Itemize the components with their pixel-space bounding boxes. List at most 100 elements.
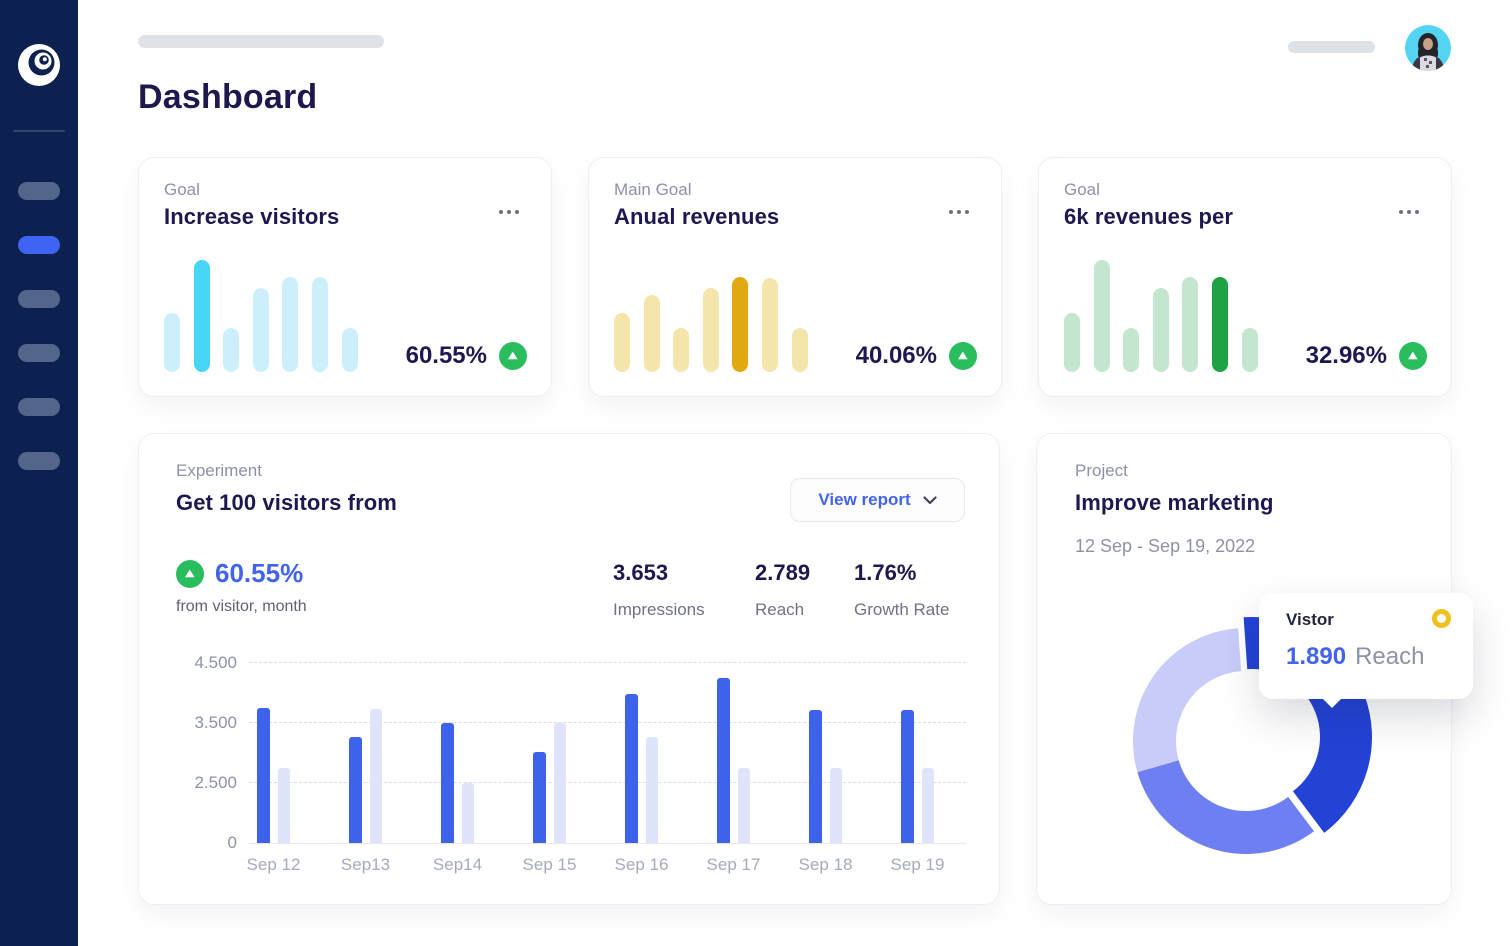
sidebar-item[interactable] [18,290,60,308]
page-title: Dashboard [138,78,317,117]
chart-tooltip: Vistor 1.890 Reach [1259,593,1473,699]
arrow-up-icon: ▲ [958,351,968,361]
sparkline-bar [1242,328,1258,372]
percent-value: 40.06% [856,342,937,370]
bar-current [257,708,270,843]
experiment-card: Experiment Get 100 visitors from View re… [138,433,1000,905]
menu-dot [1415,210,1419,214]
menu-dot [1399,210,1403,214]
sparkline-bar [1182,277,1198,372]
ring-icon [1432,609,1451,628]
percent-value: 32.96% [1306,342,1387,370]
card-label: Experiment [176,461,262,481]
goal-card: Goal6k revenues per32.96%▲ [1038,157,1452,397]
sparkline-bar [762,278,778,372]
tooltip-value-row: 1.890 Reach [1286,643,1424,671]
x-axis-tick: Sep14 [412,855,504,875]
topbar-skeleton-bar [1288,41,1375,53]
sparkline-bar [703,288,719,372]
highlight-percent: 60.55% [215,558,303,589]
sidebar-item[interactable] [18,398,60,416]
sparkline-bar [792,328,808,372]
bar-previous [554,723,566,843]
y-axis-tick: 2.500 [157,773,237,793]
card-title: Get 100 visitors from [176,490,397,516]
bar-current [717,678,730,843]
trend-up-badge: ▲ [1399,342,1427,370]
app-logo[interactable] [16,42,62,88]
sidebar-item[interactable] [18,344,60,362]
stat-label: Impressions [613,600,705,620]
sidebar [0,0,78,946]
user-avatar[interactable] [1405,25,1451,71]
bar-previous [278,768,290,843]
bar-current [625,694,638,843]
tooltip-series-name: Vistor [1286,610,1334,630]
percent-value: 60.55% [406,342,487,370]
sidebar-item-active[interactable] [18,236,60,254]
bar-previous [922,768,934,843]
bar-previous [738,768,750,843]
card-label: Main Goal [614,180,691,200]
stat-value: 3.653 [613,560,705,586]
x-axis-tick: Sep 16 [596,855,688,875]
menu-dot [949,210,953,214]
bar-current [533,752,546,843]
sidebar-item[interactable] [18,452,60,470]
bar-current [901,710,914,843]
sparkline-bar [1123,328,1139,372]
sparkline-bar [732,277,748,372]
sidebar-item[interactable] [18,182,60,200]
sparkline-bar [614,313,630,372]
y-axis-tick: 3.500 [157,713,237,733]
sparkline-bar [1153,288,1169,372]
gridline [249,722,966,723]
app: Dashboard GoalIncrease visitors60.55%▲Ma… [0,0,1512,946]
x-axis-tick: Sep13 [320,855,412,875]
menu-dot [515,210,519,214]
trend-up-badge: ▲ [949,342,977,370]
menu-dot [507,210,511,214]
card-label: Goal [164,180,200,200]
y-axis-tick: 0 [157,833,237,853]
sparkline-chart [1064,260,1258,372]
bar-previous [370,709,382,843]
stat: 1.76%Growth Rate [854,560,949,620]
x-axis-tick: Sep 12 [228,855,320,875]
card-menu-button[interactable] [495,206,523,218]
card-menu-button[interactable] [1395,206,1423,218]
chevron-down-icon [923,496,937,505]
goal-cards-row: GoalIncrease visitors60.55%▲Main GoalAnu… [138,157,1452,397]
project-card: Project Improve marketing 12 Sep - Sep 1… [1036,433,1452,905]
card-title: 6k revenues per [1064,204,1233,230]
card-menu-button[interactable] [945,206,973,218]
sparkline-bar [1094,260,1110,372]
tooltip-unit: Reach [1355,643,1424,671]
arrow-up-icon: ▲ [508,351,518,361]
tooltip-value: 1.890 [1286,643,1346,671]
arrow-up-icon: ▲ [185,569,195,579]
donut-segment-segment-c[interactable] [1133,628,1241,772]
view-report-button[interactable]: View report [790,478,965,522]
sparkline-chart [164,260,358,372]
sparkline-bar [1064,313,1080,372]
donut-segment-segment-b[interactable] [1137,760,1314,854]
percent-row: 40.06% ▲ [856,342,977,370]
sparkline-bar [223,328,239,372]
x-axis-tick: Sep 17 [688,855,780,875]
sparkline-bar [673,328,689,372]
bar-previous [830,768,842,843]
x-axis-tick: Sep 15 [504,855,596,875]
sidebar-divider [13,130,65,132]
view-report-label: View report [818,490,910,510]
sparkline-bar [194,260,210,372]
trend-up-badge: ▲ [499,342,527,370]
x-axis-tick: Sep 19 [872,855,964,875]
percent-row: 32.96% ▲ [1306,342,1427,370]
experiment-bar-chart: 02.5003.5004.500Sep 12Sep13Sep14Sep 15Se… [249,656,966,844]
avatar-photo [1405,25,1451,71]
x-axis-tick: Sep 18 [780,855,872,875]
stat-label: Growth Rate [854,600,949,620]
bar-current [349,737,362,843]
sparkline-bar [164,313,180,372]
